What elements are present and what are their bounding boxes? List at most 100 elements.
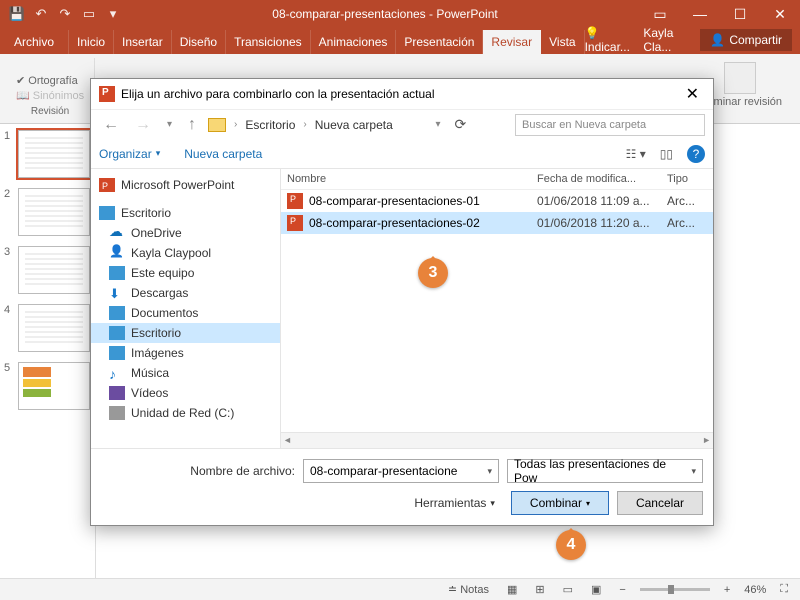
file-row[interactable]: 08-comparar-presentaciones-0101/06/2018 …: [281, 190, 713, 212]
thumb-1[interactable]: 1: [4, 130, 91, 178]
thumb-3[interactable]: 3: [4, 246, 91, 294]
crumb-escritorio[interactable]: Escritorio: [245, 118, 295, 132]
file-list: Nombre Fecha de modifica... Tipo 08-comp…: [281, 169, 713, 448]
tab-insertar[interactable]: Insertar: [114, 30, 172, 54]
tab-revisar[interactable]: Revisar: [483, 30, 541, 54]
thumb-4[interactable]: 4: [4, 304, 91, 352]
dialog-titlebar: Elija un archivo para combinarlo con la …: [91, 79, 713, 109]
tree-item[interactable]: Este equipo: [91, 263, 280, 283]
ico-desk-icon: [109, 326, 125, 340]
tab-presentacion[interactable]: Presentación: [396, 30, 483, 54]
folder-tree[interactable]: Microsoft PowerPoint Escritorio OneDrive…: [91, 169, 281, 448]
thumb-5[interactable]: 5: [4, 362, 91, 410]
zoom-in-icon[interactable]: +: [720, 584, 734, 596]
view-normal-icon[interactable]: ▦: [503, 583, 521, 596]
notes-button[interactable]: ≐ Notas: [444, 583, 493, 596]
preview-pane-button[interactable]: ▯▯: [660, 147, 673, 161]
ico-dl-icon: [109, 286, 125, 300]
tree-item[interactable]: Kayla Claypool: [91, 243, 280, 263]
organize-button[interactable]: Organizar ▾: [99, 147, 160, 161]
thesaurus-button[interactable]: 📖 Sinónimos: [16, 89, 84, 102]
zoom-value: 46%: [744, 584, 766, 596]
start-slideshow-icon[interactable]: ▭: [80, 6, 98, 22]
tell-me[interactable]: 💡 Indicar...: [585, 26, 634, 54]
refresh-icon[interactable]: ⟳: [455, 116, 467, 133]
file-list-header[interactable]: Nombre Fecha de modifica... Tipo: [281, 169, 713, 190]
view-reading-icon[interactable]: ▭: [559, 583, 577, 596]
tree-item[interactable]: Vídeos: [91, 383, 280, 403]
tree-item[interactable]: Imágenes: [91, 343, 280, 363]
file-rows[interactable]: 08-comparar-presentaciones-0101/06/2018 …: [281, 190, 713, 432]
view-mode-button[interactable]: ☷ ▾: [626, 147, 646, 161]
fit-window-icon[interactable]: ⛶: [776, 583, 792, 596]
ribbon-options-icon[interactable]: ▭: [640, 6, 680, 23]
tab-transiciones[interactable]: Transiciones: [226, 30, 311, 54]
signed-in-user[interactable]: Kayla Cla...: [643, 26, 690, 54]
tab-vista[interactable]: Vista: [541, 30, 584, 54]
dialog-body: Microsoft PowerPoint Escritorio OneDrive…: [91, 169, 713, 448]
help-icon[interactable]: ?: [687, 145, 705, 163]
tree-item[interactable]: Unidad de Red (C:): [91, 403, 280, 423]
combine-button[interactable]: Combinar ▾: [511, 491, 609, 515]
tab-inicio[interactable]: Inicio: [69, 30, 114, 54]
zoom-slider[interactable]: [640, 588, 710, 591]
col-type[interactable]: Tipo: [667, 173, 707, 185]
cancel-button[interactable]: Cancelar: [617, 491, 703, 515]
status-bar: ≐ Notas ▦ ⊞ ▭ ▣ − + 46% ⛶: [0, 578, 800, 600]
search-input[interactable]: Buscar en Nueva carpeta: [515, 114, 705, 136]
spelling-button[interactable]: ✔ Ortografía: [16, 74, 84, 87]
ico-mus-icon: [109, 366, 125, 380]
new-folder-button[interactable]: Nueva carpeta: [184, 147, 262, 161]
powerpoint-file-icon: [287, 215, 303, 231]
tab-file[interactable]: Archivo: [0, 30, 69, 54]
redo-icon[interactable]: ↷: [56, 6, 74, 22]
maximize-button[interactable]: ☐: [720, 6, 760, 23]
nav-forward-icon[interactable]: →: [131, 116, 155, 134]
ico-drv-icon: [109, 406, 125, 420]
horizontal-scrollbar[interactable]: [281, 432, 713, 448]
nav-recent-icon[interactable]: ▾: [163, 119, 176, 130]
col-date[interactable]: Fecha de modifica...: [537, 173, 667, 185]
zoom-out-icon[interactable]: −: [615, 584, 629, 596]
tree-item[interactable]: Documentos: [91, 303, 280, 323]
group-revision: ✔ Ortografía 📖 Sinónimos Revisión: [6, 58, 95, 119]
chevron-down-icon[interactable]: ▾: [436, 119, 441, 130]
col-name[interactable]: Nombre: [287, 173, 537, 185]
crumb-nueva-carpeta[interactable]: Nueva carpeta: [315, 118, 393, 132]
qat-more-icon[interactable]: ▾: [104, 6, 122, 22]
share-button[interactable]: 👤 Compartir: [700, 29, 792, 51]
ico-cloud-icon: [109, 226, 125, 240]
tree-item[interactable]: Descargas: [91, 283, 280, 303]
tree-ms-powerpoint[interactable]: Microsoft PowerPoint: [91, 175, 280, 195]
tree-escritorio-root[interactable]: Escritorio: [91, 203, 280, 223]
tree-item[interactable]: OneDrive: [91, 223, 280, 243]
end-review-icon: [724, 62, 756, 94]
tree-item[interactable]: Escritorio: [91, 323, 280, 343]
tools-button[interactable]: Herramientas ▾: [414, 496, 495, 510]
title-bar: 💾 ↶ ↷ ▭ ▾ 08-comparar-presentaciones - P…: [0, 0, 800, 28]
dialog-close-button[interactable]: ✕: [680, 84, 705, 104]
tree-item[interactable]: Música: [91, 363, 280, 383]
nav-up-icon[interactable]: ↑: [184, 116, 200, 134]
file-row[interactable]: 08-comparar-presentaciones-0201/06/2018 …: [281, 212, 713, 234]
tab-diseno[interactable]: Diseño: [172, 30, 226, 54]
tab-animaciones[interactable]: Animaciones: [311, 30, 397, 54]
slide-thumbnails[interactable]: 1 2 3 4 5: [0, 124, 96, 578]
ribbon-tabs: Archivo Inicio Insertar Diseño Transicio…: [0, 28, 800, 54]
minimize-button[interactable]: —: [680, 6, 720, 23]
close-button[interactable]: ✕: [760, 6, 800, 23]
chevron-right-icon: ›: [303, 119, 306, 130]
undo-icon[interactable]: ↶: [32, 6, 50, 22]
callout-4: 4: [556, 530, 586, 560]
filename-input[interactable]: 08-comparar-presentacione▾: [303, 459, 499, 483]
file-filter-select[interactable]: Todas las presentaciones de Pow▾: [507, 459, 703, 483]
dialog-nav: ← → ▾ ↑ › Escritorio › Nueva carpeta ▾ ⟳…: [91, 109, 713, 139]
powerpoint-file-icon: [287, 193, 303, 209]
ico-user-icon: [109, 246, 125, 260]
view-sorter-icon[interactable]: ⊞: [531, 583, 548, 596]
dialog-title: Elija un archivo para combinarlo con la …: [121, 87, 435, 101]
save-icon[interactable]: 💾: [8, 6, 26, 22]
nav-back-icon[interactable]: ←: [99, 116, 123, 134]
thumb-2[interactable]: 2: [4, 188, 91, 236]
view-slideshow-icon[interactable]: ▣: [587, 583, 605, 596]
